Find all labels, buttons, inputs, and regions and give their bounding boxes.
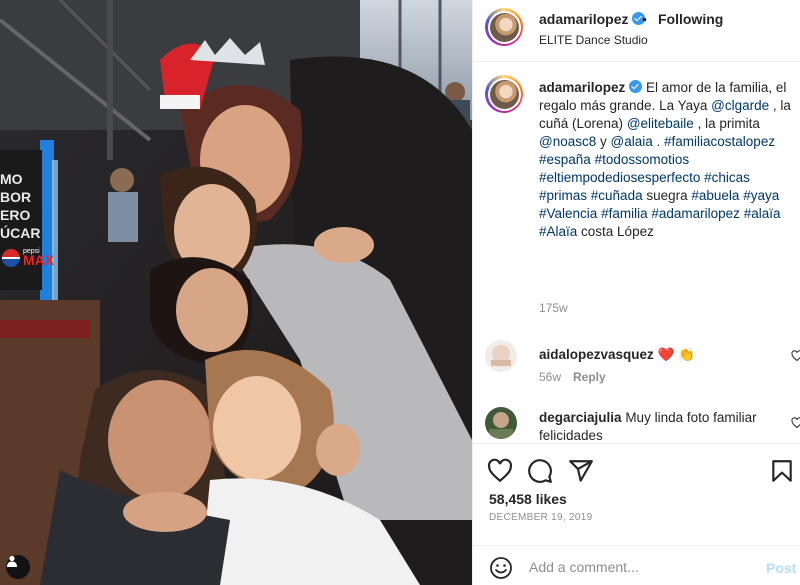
caption-link[interactable]: #abuela bbox=[691, 188, 739, 203]
caption-link[interactable]: #Alaïa bbox=[539, 224, 577, 239]
caption-link[interactable]: @alaia bbox=[611, 134, 653, 149]
photo-sign-text: MO BOR ERO ÚCAR bbox=[0, 170, 44, 242]
commenter-avatar[interactable] bbox=[485, 340, 517, 372]
caption-username[interactable]: adamarilopez bbox=[539, 80, 625, 95]
caption-link[interactable]: #Valencia bbox=[539, 206, 597, 221]
pepsi-logo: pepsi MAX bbox=[2, 248, 54, 268]
reply-button[interactable]: Reply bbox=[573, 370, 606, 384]
caption-link[interactable]: #alaïa bbox=[744, 206, 781, 221]
comment-text: aidalopezvasquez ❤️ 👏 bbox=[539, 346, 779, 364]
pepsi-globe-icon bbox=[2, 249, 20, 267]
comment-like-heart-icon[interactable] bbox=[791, 417, 800, 429]
like-count[interactable]: 58,458 likes bbox=[489, 491, 567, 507]
photo-illustration bbox=[0, 0, 472, 585]
caption-text-run: y bbox=[596, 134, 611, 149]
caption-link[interactable]: #primas bbox=[539, 188, 587, 203]
caption-text-run: costa López bbox=[577, 224, 654, 239]
caption-link[interactable]: @elitebaile bbox=[627, 116, 694, 131]
verified-badge-icon bbox=[629, 80, 643, 93]
comment-input[interactable] bbox=[529, 556, 749, 578]
caption-link[interactable]: @clgarde bbox=[711, 98, 769, 113]
sign-line: BOR bbox=[0, 189, 32, 205]
comment-like-heart-icon[interactable] bbox=[791, 350, 800, 362]
comment-time: 56w bbox=[539, 370, 562, 384]
avatar-image bbox=[485, 407, 517, 439]
comment-body: ❤️ 👏 bbox=[657, 347, 695, 362]
comment-text: degarciajulia Muy linda foto familiar fe… bbox=[539, 409, 779, 443]
caption-link[interactable]: @noasc8 bbox=[539, 134, 596, 149]
caption-text-run: . bbox=[652, 134, 665, 149]
caption-link[interactable]: #chicas bbox=[704, 170, 750, 185]
add-comment-bar: Post bbox=[473, 545, 800, 585]
comment-icon[interactable] bbox=[527, 458, 553, 484]
sign-line: ERO bbox=[0, 207, 31, 223]
post-comment-button[interactable]: Post bbox=[766, 560, 796, 576]
comments-section[interactable]: adamarilopez El amor de la familia, el r… bbox=[473, 63, 800, 443]
caption-link[interactable]: #familia bbox=[601, 206, 648, 221]
post-photo[interactable]: MO BOR ERO ÚCAR pepsi MAX bbox=[0, 0, 472, 585]
header-separator: • bbox=[642, 11, 647, 27]
author-avatar[interactable] bbox=[485, 8, 523, 46]
post-side-panel: adamarilopez • Following ELITE Dance Stu… bbox=[472, 0, 800, 585]
heart-icon[interactable] bbox=[487, 458, 513, 484]
post-header: adamarilopez • Following ELITE Dance Stu… bbox=[473, 0, 800, 62]
comment-meta: 56w Reply bbox=[539, 370, 606, 384]
caption-link[interactable]: #cuñada bbox=[591, 188, 643, 203]
emoji-icon[interactable] bbox=[489, 556, 513, 580]
commenter-username[interactable]: aidalopezvasquez bbox=[539, 347, 654, 362]
caption-link[interactable]: #familiacostalopez bbox=[664, 134, 775, 149]
caption-link[interactable]: #yaya bbox=[743, 188, 779, 203]
bookmark-icon[interactable] bbox=[769, 458, 795, 484]
post-location[interactable]: ELITE Dance Studio bbox=[539, 33, 648, 47]
following-button[interactable]: Following bbox=[658, 11, 723, 27]
caption-body: El amor de la familia, el regalo más gra… bbox=[539, 80, 791, 239]
caption-avatar[interactable] bbox=[485, 75, 523, 113]
user-tag-button[interactable] bbox=[6, 555, 30, 579]
author-username[interactable]: adamarilopez bbox=[539, 11, 646, 27]
sign-line: ÚCAR bbox=[0, 225, 41, 241]
user-tag-icon bbox=[7, 555, 17, 567]
caption-link[interactable]: #adamarilopez bbox=[651, 206, 740, 221]
caption-link[interactable]: #españa bbox=[539, 152, 591, 167]
commenter-username[interactable]: degarciajulia bbox=[539, 410, 622, 425]
caption-link[interactable]: #todossomotios bbox=[595, 152, 690, 167]
pepsi-logo-text: pepsi MAX bbox=[23, 248, 55, 268]
avatar-image bbox=[485, 340, 517, 372]
post-actions: 58,458 likes DECEMBER 19, 2019 bbox=[473, 443, 800, 545]
post-date: DECEMBER 19, 2019 bbox=[489, 512, 593, 523]
caption-text: adamarilopez El amor de la familia, el r… bbox=[539, 79, 795, 241]
caption-link[interactable]: #eltiempodediosesperfecto bbox=[539, 170, 700, 185]
share-icon[interactable] bbox=[568, 458, 594, 484]
caption-text-run: suegra bbox=[642, 188, 692, 203]
caption-text-run: , la primita bbox=[693, 116, 760, 131]
sign-line: MO bbox=[0, 171, 23, 187]
caption-time: 175w bbox=[539, 301, 568, 315]
commenter-avatar[interactable] bbox=[485, 407, 517, 439]
